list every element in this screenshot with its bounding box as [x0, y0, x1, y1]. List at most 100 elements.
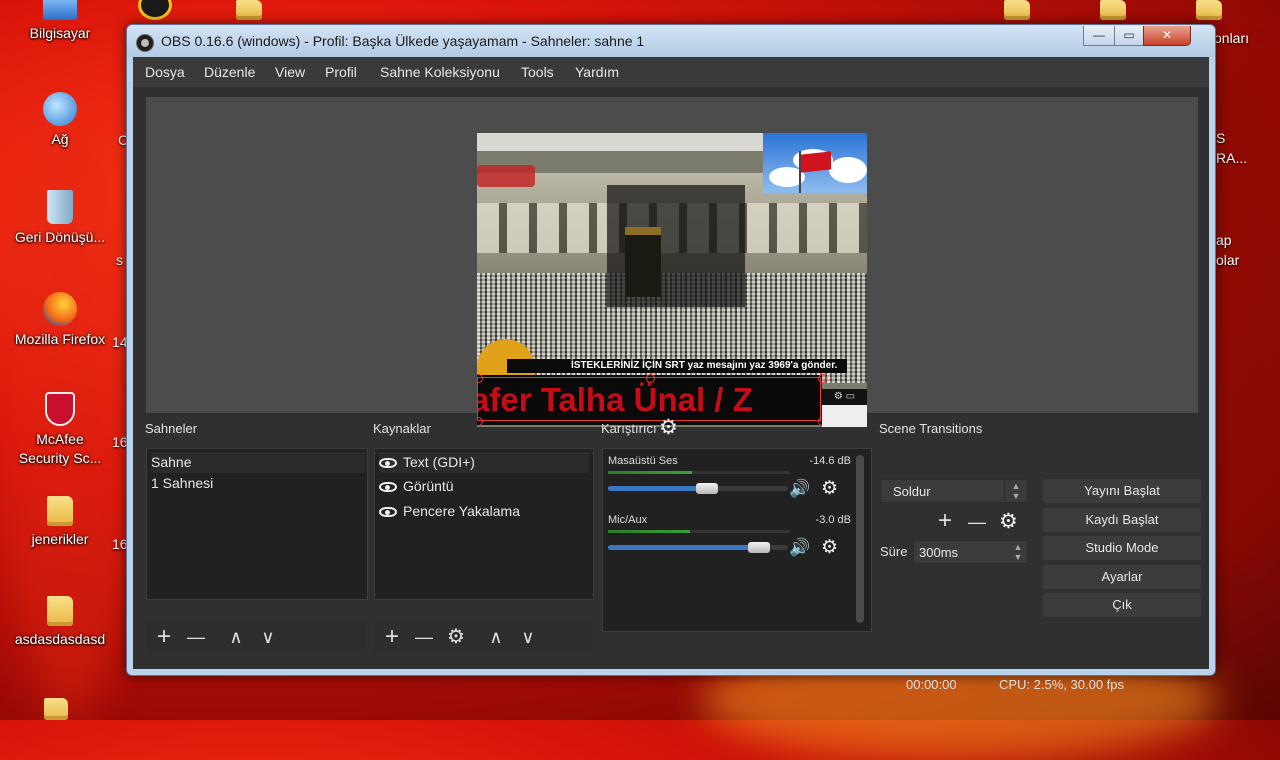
close-button[interactable]: ✕ — [1143, 26, 1191, 46]
move-source-up-button[interactable]: ∧ — [484, 623, 508, 651]
scenes-label: Sahneler — [145, 421, 198, 436]
ticker-text: İSTEKLERİNİZ İÇİN SRT yaz mesajını yaz 3… — [507, 359, 847, 373]
menu-profil[interactable]: Profil — [325, 64, 357, 80]
duration-spinbox[interactable]: 300ms ▲ ▼ — [913, 540, 1028, 564]
spin-arrows-icon: ▲ ▼ — [1013, 542, 1023, 562]
kaaba — [625, 227, 661, 297]
source-label: Pencere Yakalama — [403, 503, 520, 519]
desktop-icon-label: McAfee Security Sc... — [18, 431, 102, 466]
preview-canvas[interactable]: İSTEKLERİNİZ İÇİN SRT yaz mesajını yaz 3… — [477, 133, 867, 427]
desktop-icon-label: Mozilla Firefox — [14, 331, 106, 347]
chevron-updown-icon: ▲ ▼ — [1004, 480, 1027, 503]
visibility-eye-icon[interactable] — [379, 482, 397, 493]
source-properties-gear-icon[interactable]: ⚙ — [444, 623, 468, 651]
desktop-label-fragment: RA... — [1216, 150, 1248, 166]
fader-fill — [608, 486, 707, 491]
exit-button[interactable]: Çık — [1043, 593, 1201, 617]
resize-handle[interactable] — [646, 374, 655, 383]
menu-sahne-koleksiyonu[interactable]: Sahne Koleksiyonu — [380, 64, 500, 80]
computer-icon — [43, 0, 77, 20]
mute-speaker-icon[interactable]: 🔊 — [789, 538, 810, 558]
volume-meter — [608, 471, 790, 474]
visibility-eye-icon[interactable] — [379, 458, 397, 469]
desktop-icon-label: Bilgisayar — [29, 25, 91, 41]
desktop-icon-mcafee[interactable]: McAfee Security Sc... — [12, 392, 108, 468]
desktop-icon-label: Geri Dönüşü... — [14, 229, 106, 245]
maximize-button[interactable]: ▭ — [1114, 26, 1144, 46]
duration-value: 300ms — [919, 545, 959, 560]
menu-bar: Dosya Düzenle View Profil Sahne Koleksiy… — [133, 57, 1209, 87]
minimize-button[interactable]: — — [1083, 26, 1115, 46]
source-item-window-capture[interactable]: Pencere Yakalama — [379, 501, 520, 522]
mute-speaker-icon[interactable]: 🔊 — [789, 479, 810, 499]
srt-logo — [477, 165, 535, 187]
start-streaming-button[interactable]: Yayını Başlat — [1043, 479, 1201, 503]
move-source-down-button[interactable]: ∨ — [516, 623, 540, 651]
desktop-icon-recycle-bin[interactable]: Geri Dönüşü... — [12, 190, 108, 247]
menu-tools[interactable]: Tools — [521, 64, 554, 80]
transition-select[interactable]: Soldur ▲ ▼ — [880, 479, 1028, 503]
desktop-icon-network[interactable]: Ağ — [12, 92, 108, 149]
menu-dosya[interactable]: Dosya — [145, 64, 185, 80]
remove-scene-button[interactable]: — — [184, 623, 208, 651]
remove-transition-button[interactable]: — — [965, 508, 989, 536]
desktop-icon-firefox[interactable]: Mozilla Firefox — [12, 292, 108, 349]
studio-mode-button[interactable]: Studio Mode — [1043, 536, 1201, 560]
desktop-icon-folder-asdasd[interactable]: asdasdasdasd — [12, 596, 108, 649]
channel-gear-icon[interactable]: ⚙ — [821, 536, 838, 559]
menu-duzenle[interactable]: Düzenle — [204, 64, 255, 80]
channel-db: -14.6 dB — [809, 455, 851, 467]
menu-yardim[interactable]: Yardım — [575, 64, 619, 80]
fader-knob[interactable] — [696, 483, 718, 494]
sources-label: Kaynaklar — [373, 421, 431, 436]
transition-settings-gear-icon[interactable]: ⚙ — [999, 509, 1018, 534]
desktop-icon-label: jenerikler — [31, 531, 89, 547]
mixer-settings-gear-icon[interactable]: ⚙ — [659, 415, 678, 440]
white-strip — [822, 405, 867, 427]
resize-handle[interactable] — [818, 374, 827, 383]
menu-view[interactable]: View — [275, 64, 305, 80]
desktop-icon-computer[interactable]: Bilgisayar — [12, 0, 108, 43]
folder-icon — [1004, 0, 1030, 20]
scenes-list[interactable]: Sahne 1 Sahnesi — [146, 448, 368, 600]
title-bar[interactable]: OBS 0.16.6 (windows) - Profil: Başka Ülk… — [127, 25, 1215, 57]
folder-icon — [1196, 0, 1222, 20]
desktop-label-fragment: S — [1216, 130, 1226, 146]
add-transition-button[interactable]: + — [933, 507, 957, 535]
fader-knob[interactable] — [748, 542, 771, 553]
visibility-eye-icon[interactable] — [379, 507, 397, 518]
audio-mixer: Masaüstü Ses -14.6 dB 🔊 ⚙ Mic/Aux -3.0 d… — [602, 448, 872, 632]
selection-box[interactable] — [477, 377, 821, 421]
start-recording-button[interactable]: Kaydı Başlat — [1043, 508, 1201, 532]
mixer-scrollbar[interactable] — [856, 455, 864, 623]
app-icon — [138, 0, 172, 20]
desktop-label-fragment: s — [116, 252, 123, 268]
volume-meter — [608, 530, 790, 533]
scenes-toolbar: + — ∧ ∨ — [146, 621, 366, 653]
source-label: Görüntü — [403, 478, 454, 494]
remove-source-button[interactable]: — — [412, 623, 436, 651]
source-item-image[interactable]: Görüntü — [379, 476, 454, 497]
sources-list[interactable]: Text (GDI+) Görüntü Pencere Yakalama — [374, 448, 594, 600]
scene-item-1-sahnesi[interactable]: 1 Sahnesi — [151, 473, 213, 494]
obs-window: OBS 0.16.6 (windows) - Profil: Başka Ülk… — [126, 24, 1216, 692]
fader-fill — [608, 545, 760, 550]
add-source-button[interactable]: + — [380, 623, 404, 651]
channel-gear-icon[interactable]: ⚙ — [821, 477, 838, 500]
folder-icon — [236, 0, 262, 20]
source-item-text[interactable]: Text (GDI+) — [379, 452, 589, 473]
scene-transitions-label: Scene Transitions — [879, 421, 983, 436]
settings-button[interactable]: Ayarlar — [1043, 565, 1201, 589]
firefox-icon — [43, 292, 77, 326]
player-controls: ⚙ ▭ — [822, 389, 867, 405]
mcafee-shield-icon — [45, 392, 75, 426]
add-scene-button[interactable]: + — [152, 623, 176, 651]
desktop-icon-label: Ağ — [51, 131, 69, 147]
scene-item-sahne[interactable]: Sahne — [151, 452, 365, 473]
source-label: Text (GDI+) — [403, 454, 475, 470]
move-scene-up-button[interactable]: ∧ — [224, 623, 248, 651]
move-scene-down-button[interactable]: ∨ — [256, 623, 280, 651]
folder-icon — [47, 596, 73, 626]
transition-selected: Soldur — [893, 484, 931, 499]
desktop-icon-folder-jenerikler[interactable]: jenerikler — [12, 496, 108, 549]
